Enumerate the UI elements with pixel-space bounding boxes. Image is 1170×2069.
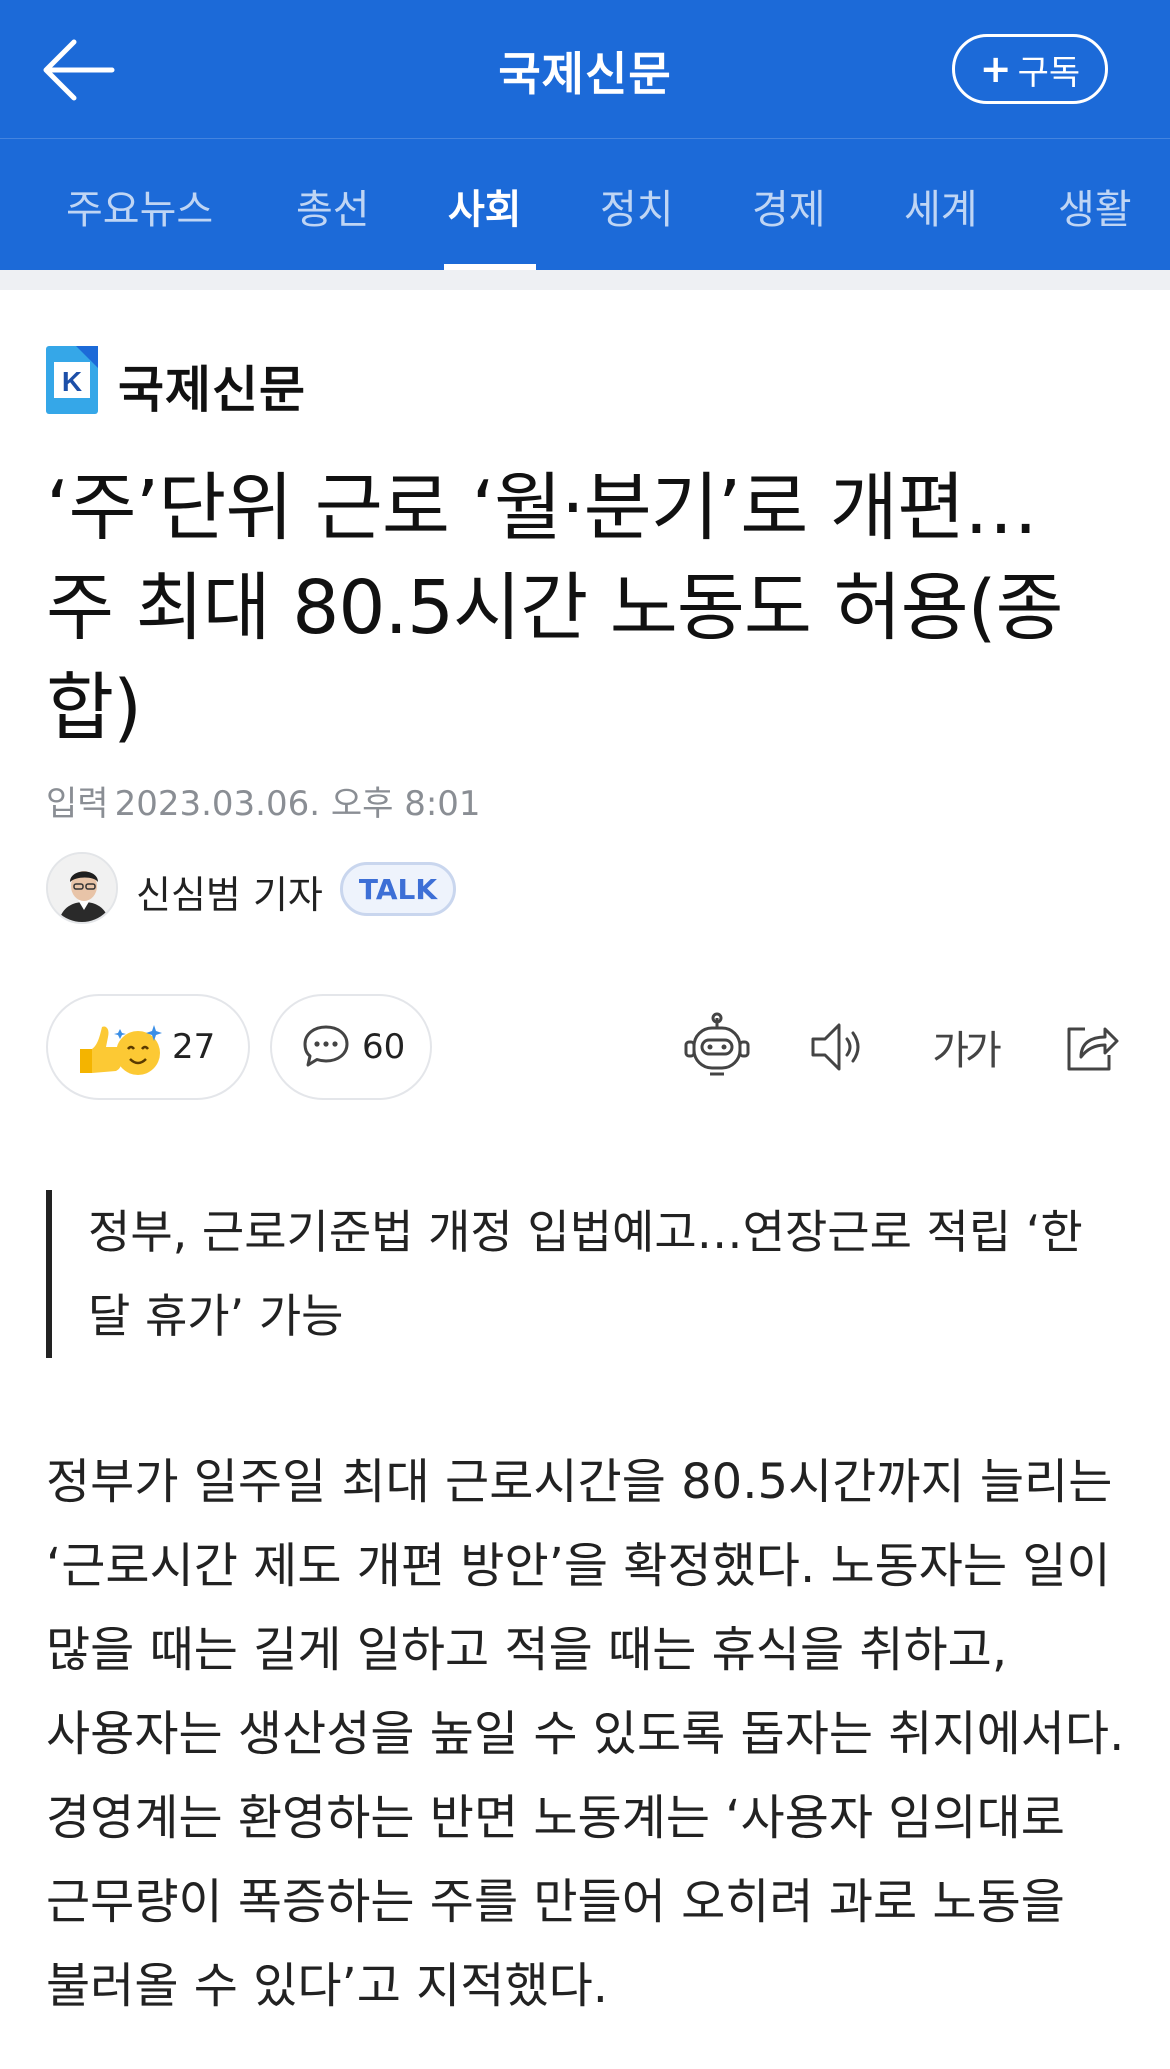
font-size-button[interactable]: 가가	[922, 1010, 1008, 1084]
publish-date: 입력 2023.03.06. 오후 8:01	[46, 776, 481, 825]
share-button[interactable]	[1054, 1010, 1128, 1084]
font-size-icon: 가가	[932, 1028, 1002, 1074]
plus-icon: +	[979, 47, 1012, 91]
tab-society[interactable]: 사회	[448, 177, 522, 235]
date-value: 2023.03.06. 오후 8:01	[114, 784, 481, 824]
comment-icon	[303, 1025, 349, 1067]
date-label: 입력	[46, 784, 109, 824]
ai-summary-button[interactable]	[680, 1010, 754, 1084]
article-body: 정부가 일주일 최대 근로시간을 80.5시간까지 늘리는 ‘근로시간 제도 개…	[46, 1454, 1125, 2014]
tab-main-news[interactable]: 주요뉴스	[66, 177, 213, 235]
talk-button[interactable]: TALK	[340, 862, 456, 916]
back-button[interactable]	[40, 34, 120, 106]
article-headline: ‘주’단위 근로 ‘월·분기’로 개편… 주 최대 80.5시간 노동도 허용(…	[46, 465, 1064, 751]
publisher-logo[interactable]: K	[46, 346, 98, 414]
reaction-count: 27	[172, 1027, 216, 1067]
publisher-name[interactable]: 국제신문	[118, 350, 306, 422]
top-bar: 국제신문 + 구독	[0, 0, 1170, 138]
comment-count: 60	[362, 1027, 406, 1067]
article-summary: 정부, 근로기준법 개정 입법예고…연장근로 적립 ‘한 달 휴가’ 가능	[46, 1190, 1126, 1358]
author-name[interactable]: 신심범 기자	[136, 864, 323, 919]
reaction-button[interactable]: 27	[46, 994, 250, 1100]
reaction-emoji-icon	[80, 1025, 162, 1075]
tab-life[interactable]: 생활	[1058, 177, 1132, 235]
speaker-icon	[811, 1023, 860, 1071]
section-divider	[0, 270, 1170, 290]
person-icon	[48, 854, 116, 922]
ai-robot-icon	[684, 1012, 750, 1076]
tab-economy[interactable]: 경제	[752, 177, 826, 235]
publisher-logo-letter: K	[62, 366, 82, 397]
subscribe-button[interactable]: + 구독	[952, 34, 1108, 104]
tab-world[interactable]: 세계	[904, 177, 978, 235]
comment-button[interactable]: 60	[270, 994, 432, 1100]
text-to-speech-button[interactable]	[802, 1010, 876, 1084]
subscribe-label: 구독	[1017, 52, 1081, 93]
tab-election[interactable]: 총선	[296, 177, 370, 235]
category-tabs: 주요뉴스 총선 사회 정치 경제 세계 생활	[0, 138, 1170, 270]
author-avatar[interactable]	[46, 852, 118, 924]
share-icon	[1067, 1027, 1119, 1071]
arrow-left-icon	[43, 39, 115, 101]
tab-politics[interactable]: 정치	[600, 177, 674, 235]
